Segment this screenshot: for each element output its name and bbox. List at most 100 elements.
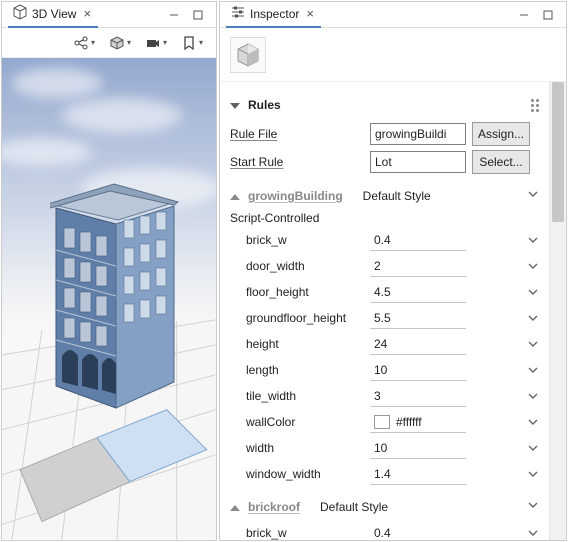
start-rule-row: Start Rule Select...	[230, 150, 539, 174]
attr-value[interactable]: 24	[370, 333, 466, 355]
attr-value[interactable]: 10	[370, 437, 466, 459]
render-mode-icon[interactable]: ▾	[106, 33, 134, 53]
growingbuilding-title: growingBuilding	[248, 189, 343, 203]
attr-row: window_width1.4	[230, 463, 539, 485]
minimize-button[interactable]	[512, 6, 536, 24]
inspector-content: Rules Rule File Assign... Start Rule Sel…	[220, 82, 549, 540]
brickroof-title: brickroof	[248, 500, 300, 514]
chevron-down-icon: ▾	[199, 38, 203, 47]
camera-icon[interactable]: ▾	[142, 33, 170, 53]
attr-row: brick_w0.4	[230, 229, 539, 251]
start-rule-label: Start Rule	[230, 155, 370, 169]
inspector-body: Rules Rule File Assign... Start Rule Sel…	[220, 82, 566, 540]
3d-viewport[interactable]	[2, 58, 216, 540]
3d-view-toolbar: ▾ ▾ ▾ ▾	[2, 28, 216, 58]
attr-label: floor_height	[230, 285, 370, 299]
rule-file-label: Rule File	[230, 127, 370, 141]
rules-section-title: Rules	[248, 98, 281, 112]
scrollbar-thumb[interactable]	[552, 82, 564, 222]
attr-value[interactable]: 0.4	[370, 229, 466, 251]
attr-row: width10	[230, 437, 539, 459]
attr-label: groundfloor_height	[230, 311, 370, 325]
attr-row: wallColor#ffffff	[230, 411, 539, 433]
3d-view-titlebar: 3D View ×	[2, 2, 216, 28]
select-button[interactable]: Select...	[472, 150, 530, 174]
script-controlled-label: Script-Controlled	[230, 211, 539, 225]
chevron-down-icon[interactable]	[503, 338, 539, 350]
attr-label: wallColor	[230, 415, 370, 429]
attr-row: floor_height4.5	[230, 281, 539, 303]
chevron-down-icon[interactable]	[503, 527, 539, 539]
close-tab-icon[interactable]: ×	[303, 6, 317, 21]
inspector-tab[interactable]: Inspector ×	[226, 1, 321, 28]
chevron-down-icon[interactable]	[503, 468, 539, 480]
caret-down-icon	[230, 98, 240, 112]
vertical-scrollbar[interactable]	[549, 82, 566, 540]
growingbuilding-header[interactable]: growingBuilding Default Style	[230, 188, 539, 203]
attr-label: tile_width	[230, 389, 370, 403]
chevron-down-icon[interactable]	[503, 416, 539, 428]
attr-row: height24	[230, 333, 539, 355]
attr-value[interactable]: 5.5	[370, 307, 466, 329]
attr-label: brick_w	[230, 233, 370, 247]
brickroof-header[interactable]: brickroof Default Style	[230, 499, 539, 514]
rule-file-row: Rule File Assign...	[230, 122, 539, 146]
attr-value[interactable]: #ffffff	[370, 411, 466, 433]
attr-label: length	[230, 363, 370, 377]
3d-view-panel: 3D View × ▾ ▾ ▾ ▾	[1, 1, 217, 541]
caret-up-icon	[230, 500, 240, 514]
attr-label: width	[230, 441, 370, 455]
bookmark-icon[interactable]: ▾	[178, 33, 206, 53]
color-swatch[interactable]	[374, 415, 390, 429]
style-value[interactable]: Default Style	[308, 500, 527, 514]
chevron-down-icon: ▾	[163, 38, 167, 47]
inspector-tab-label: Inspector	[250, 7, 299, 21]
attr-label: window_width	[230, 467, 370, 481]
attr-label: height	[230, 337, 370, 351]
cube-outline-icon	[12, 4, 28, 23]
attr-row: door_width2	[230, 255, 539, 277]
building-model	[50, 158, 180, 418]
chevron-down-icon[interactable]	[503, 442, 539, 454]
attr-row: brick_w0.4	[230, 522, 539, 540]
maximize-button[interactable]	[536, 6, 560, 24]
chevron-down-icon[interactable]	[503, 260, 539, 272]
attr-value[interactable]: 4.5	[370, 281, 466, 303]
minimize-button[interactable]	[162, 6, 186, 24]
maximize-button[interactable]	[186, 6, 210, 24]
chevron-down-icon[interactable]	[527, 188, 539, 203]
attr-value[interactable]: 10	[370, 359, 466, 381]
attr-label: brick_w	[230, 526, 370, 540]
start-rule-input[interactable]	[370, 151, 466, 173]
section-menu-icon[interactable]	[531, 99, 539, 112]
attr-row: length10	[230, 359, 539, 381]
attr-row: groundfloor_height5.5	[230, 307, 539, 329]
style-value[interactable]: Default Style	[351, 189, 527, 203]
3d-view-tab-label: 3D View	[32, 7, 76, 21]
inspector-panel: Inspector × Rules Rule File	[219, 1, 567, 541]
chevron-down-icon[interactable]	[503, 390, 539, 402]
inspector-thumb-bar	[220, 28, 566, 82]
chevron-down-icon[interactable]	[503, 286, 539, 298]
chevron-down-icon: ▾	[91, 38, 95, 47]
assign-button[interactable]: Assign...	[472, 122, 530, 146]
attr-value[interactable]: 0.4	[370, 522, 466, 540]
attr-value[interactable]: 1.4	[370, 463, 466, 485]
close-tab-icon[interactable]: ×	[80, 6, 94, 21]
rule-file-input[interactable]	[370, 123, 466, 145]
sliders-icon	[230, 4, 246, 23]
attr-value[interactable]: 3	[370, 385, 466, 407]
chevron-down-icon[interactable]	[503, 364, 539, 376]
caret-up-icon	[230, 189, 240, 203]
share-icon[interactable]: ▾	[70, 33, 98, 53]
chevron-down-icon: ▾	[127, 38, 131, 47]
chevron-down-icon[interactable]	[527, 499, 539, 514]
attr-label: door_width	[230, 259, 370, 273]
3d-view-tab[interactable]: 3D View ×	[8, 1, 98, 28]
object-thumbnail[interactable]	[230, 37, 266, 73]
chevron-down-icon[interactable]	[503, 312, 539, 324]
chevron-down-icon[interactable]	[503, 234, 539, 246]
attr-row: tile_width3	[230, 385, 539, 407]
attr-value[interactable]: 2	[370, 255, 466, 277]
rules-section-header[interactable]: Rules	[230, 98, 539, 112]
